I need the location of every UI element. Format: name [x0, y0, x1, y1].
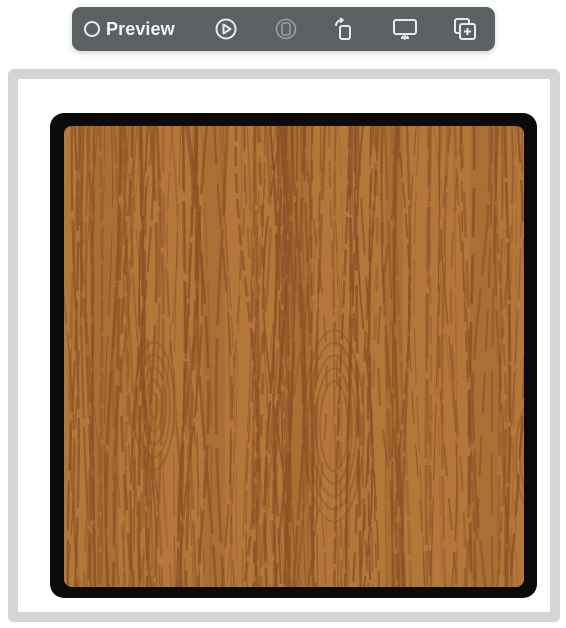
duplicate-preview-button[interactable] — [452, 17, 478, 41]
rotate-device-icon — [335, 17, 351, 40]
preview-canvas-frame — [8, 69, 560, 622]
preview-canvas — [18, 79, 550, 612]
device-variants-icon — [275, 18, 297, 40]
device-settings-button[interactable] — [392, 17, 418, 41]
wood-texture-image — [64, 126, 524, 587]
radio-empty-icon — [84, 21, 100, 37]
play-circle-icon — [215, 18, 237, 40]
display-settings-icon — [393, 19, 417, 41]
variants-button[interactable] — [273, 17, 299, 41]
live-preview-button[interactable] — [213, 17, 239, 41]
preview-toggle[interactable]: Preview — [84, 17, 175, 41]
preview-label: Preview — [106, 18, 175, 39]
wood-grain-texture — [64, 126, 524, 587]
rotate-device-button[interactable] — [331, 17, 357, 41]
device-bezel — [50, 113, 537, 598]
duplicate-plus-icon — [454, 18, 476, 40]
preview-toolbar: Preview — [72, 7, 495, 51]
